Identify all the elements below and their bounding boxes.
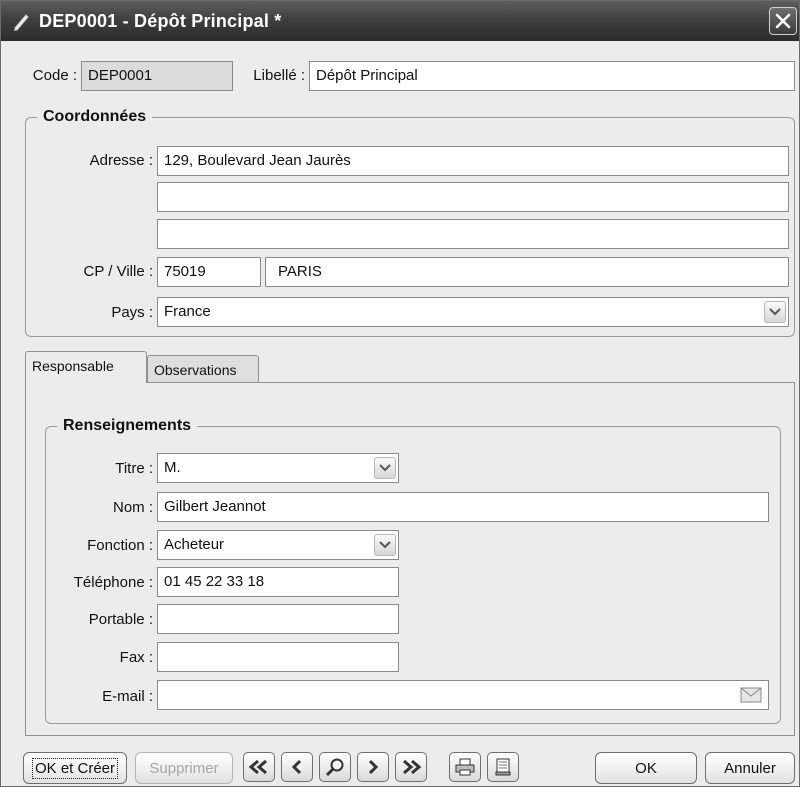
fonction-label: Fonction : [87,537,153,554]
chevron-down-icon [769,308,781,316]
envelope-icon[interactable] [740,686,762,704]
window-title: DEP0001 - Dépôt Principal * [39,10,282,31]
titre-select[interactable]: M. [157,453,399,483]
supprimer-button[interactable]: Supprimer [135,752,233,784]
next-record-icon [368,759,379,775]
titre-value: M. [164,459,181,476]
depot-dialog-window: DEP0001 - Dépôt Principal * Code : DEP00… [0,0,800,787]
renseignements-legend: Renseignements [57,416,198,436]
chevron-down-icon [379,541,391,549]
email-field[interactable] [157,680,769,710]
email-label: E-mail : [102,688,153,705]
annuler-button[interactable]: Annuler [705,752,795,784]
libelle-field[interactable]: Dépôt Principal [309,61,795,91]
annuler-label: Annuler [724,759,776,777]
ok-label: OK [635,759,657,777]
cp-field[interactable]: 75019 [157,257,261,287]
search-icon [325,758,344,777]
search-button[interactable] [319,752,351,782]
pencil-icon [14,14,29,31]
pays-select[interactable]: France [157,297,789,327]
first-record-button[interactable] [243,752,275,782]
cp-ville-label: CP / Ville : [83,263,153,280]
fonction-select[interactable]: Acheteur [157,530,399,560]
previous-record-button[interactable] [281,752,313,782]
portable-field[interactable] [157,604,399,634]
adresse-line2-field[interactable] [157,182,789,212]
pays-label: Pays : [111,304,153,321]
close-button[interactable] [769,7,797,35]
fonction-value: Acheteur [164,536,225,553]
adresse-label: Adresse : [89,152,153,169]
print-button[interactable] [449,752,481,782]
portable-label: Portable : [88,611,153,628]
supprimer-label: Supprimer [149,759,219,777]
titre-label: Titre : [115,460,153,477]
telephone-label: Téléphone : [73,574,153,591]
next-record-button[interactable] [357,752,389,782]
titre-dropdown-button[interactable] [374,457,396,479]
ok-et-creer-label: OK et Créer [31,757,119,779]
ok-button[interactable]: OK [595,752,697,784]
coordonnees-legend: Coordonnées [37,107,153,127]
telephone-field[interactable]: 01 45 22 33 18 [157,567,399,597]
last-record-icon [403,759,422,775]
pays-value: France [164,303,211,320]
print-icon [455,758,475,776]
fax-label: Fax : [119,649,153,666]
preview-icon [495,758,511,776]
first-record-icon [248,759,267,775]
tab-observations[interactable]: Observations [147,355,259,383]
fax-field[interactable] [157,642,399,672]
nom-label: Nom : [112,499,153,516]
last-record-button[interactable] [395,752,427,782]
adresse-line1-field[interactable]: 129, Boulevard Jean Jaurès [157,146,789,176]
libelle-label: Libellé : [253,67,305,84]
chevron-down-icon [379,464,391,472]
tab-responsable[interactable]: Responsable [25,351,147,383]
fonction-dropdown-button[interactable] [374,534,396,556]
nom-field[interactable]: Gilbert Jeannot [157,492,769,522]
code-field[interactable]: DEP0001 [81,61,233,91]
previous-record-icon [291,759,302,775]
pays-dropdown-button[interactable] [764,301,786,323]
title-bar: DEP0001 - Dépôt Principal * [1,1,799,41]
close-icon [775,13,791,29]
ok-et-creer-button[interactable]: OK et Créer [23,752,127,784]
code-label: Code : [32,67,77,84]
preview-button[interactable] [487,752,519,782]
adresse-line3-field[interactable] [157,219,789,249]
ville-field[interactable]: PARIS [265,257,789,287]
